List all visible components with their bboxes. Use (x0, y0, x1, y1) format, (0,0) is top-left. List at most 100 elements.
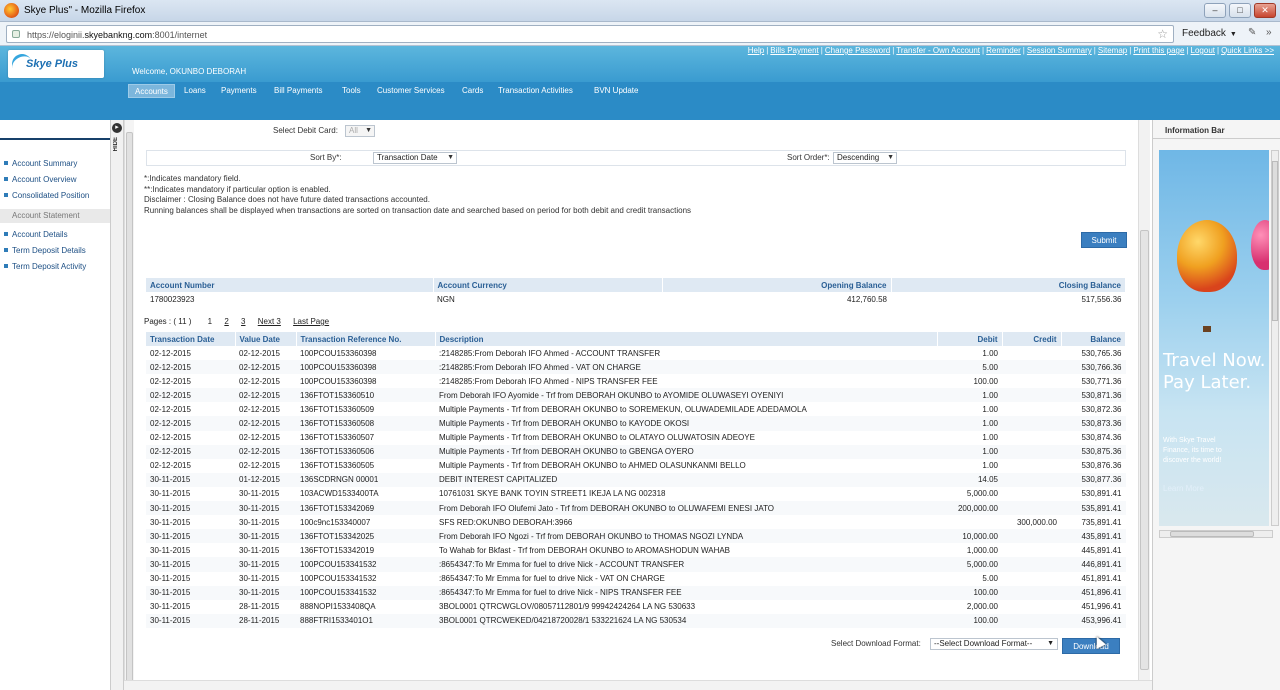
quick-link-separator: | (1129, 46, 1132, 55)
sidebar-item-account-statement[interactable]: Account Statement (0, 209, 110, 223)
feedback-button[interactable]: Feedback ▼ (1182, 28, 1237, 39)
sidebar-divider (0, 138, 110, 140)
balance: 530,875.36 (1061, 444, 1126, 459)
nav-bill-payments[interactable]: Bill Payments (268, 84, 328, 98)
transaction-reference: 100PCOU153341532 (296, 557, 435, 572)
table-row: 02-12-2015 02-12-2015 100PCOU153360398:214… (146, 360, 1126, 375)
transaction-date: 02-12-2015 (150, 433, 191, 443)
hide-sidebar-label[interactable]: HIDE (113, 137, 119, 151)
sidebar-collapse-bar[interactable] (110, 120, 124, 690)
address-bar[interactable]: https://eloginii.skyebankng.com:8001/int… (6, 25, 1174, 43)
maximize-button[interactable]: □ (1229, 3, 1251, 18)
sort-order-select[interactable]: Descending ▼ (833, 152, 897, 164)
debit: 1.00 (982, 433, 998, 443)
value-date: 30-11-2015 (235, 585, 296, 600)
page-link-next[interactable]: Next 3 (258, 317, 281, 326)
quick-link-help[interactable]: Help (748, 46, 764, 55)
transaction-date: 30-11-2015 (146, 613, 235, 628)
tools-icon[interactable]: ✎ (1248, 27, 1256, 38)
value-date: 30-11-2015 (239, 574, 280, 584)
table-row: 02-12-2015 02-12-2015 136FTOT153360507 Mult… (146, 431, 1126, 445)
quick-link-quick-links[interactable]: Quick Links >> (1221, 46, 1274, 55)
quick-link-separator: | (982, 46, 985, 55)
menu-icon[interactable]: » (1266, 27, 1272, 38)
debit: 100.00 (937, 613, 1002, 628)
sidebar-item-term-deposit-details[interactable]: Term Deposit Details (4, 246, 86, 255)
quick-link-print-this-page[interactable]: Print this page (1133, 46, 1184, 55)
download-button[interactable]: Download (1062, 638, 1120, 654)
table-row: 30-11-2015 30-11-2015 100c9nc153340007 SFS … (146, 515, 1126, 529)
notes-block: *:Indicates mandatory field. **:Indicate… (144, 174, 691, 216)
nav-tools[interactable]: Tools (336, 84, 367, 98)
sidebar-item-consolidated-position[interactable]: Consolidated Position (4, 191, 89, 200)
ad-horizontal-scrollbar[interactable] (1159, 530, 1273, 538)
download-format-select[interactable]: --Select Download Format-- ▼ (930, 638, 1058, 650)
bottom-scrollbar[interactable] (124, 680, 1152, 690)
close-button[interactable]: ✕ (1254, 3, 1276, 18)
sort-by-select[interactable]: Transaction Date ▼ (373, 152, 457, 164)
balance: 451,891.41 (1081, 574, 1122, 584)
description: :8654347:To Mr Emma for fuel to drive Ni… (439, 574, 665, 584)
sidebar-item-account-details[interactable]: Account Details (4, 230, 68, 239)
content-scrollbar[interactable] (1138, 120, 1150, 680)
quick-link-transfer-own-account[interactable]: Transfer - Own Account (896, 46, 980, 55)
scrollbar-thumb[interactable] (1140, 230, 1149, 670)
quick-link-reminder[interactable]: Reminder (986, 46, 1021, 55)
bookmark-star-icon[interactable]: ☆ (1157, 27, 1168, 41)
value-date: 30-11-2015 (235, 501, 296, 516)
content-left-scrollbar[interactable] (124, 120, 134, 685)
page-link-2[interactable]: 2 (224, 317, 228, 326)
table-row: 30-11-2015 30-11-2015 100PCOU153341532:865… (146, 557, 1126, 572)
transaction-reference: 136FTOT153360508 (296, 416, 435, 431)
page-link-3[interactable]: 3 (241, 317, 245, 326)
minimize-button[interactable]: – (1204, 3, 1226, 18)
pages-count: Pages : ( 11 ) (144, 317, 192, 326)
nav-cards[interactable]: Cards (456, 84, 489, 98)
quick-link-sitemap[interactable]: Sitemap (1098, 46, 1127, 55)
nav-transaction-activities[interactable]: Transaction Activities (492, 84, 579, 98)
transaction-reference: 136FTOT153342069 (296, 501, 435, 516)
column-header: Transaction Date (146, 332, 236, 346)
nav-payments[interactable]: Payments (215, 84, 263, 98)
sidebar-item-account-summary[interactable]: Account Summary (4, 159, 77, 168)
firefox-logo-icon (4, 3, 19, 18)
ad-learn-more-link[interactable]: Learn More (1163, 484, 1204, 493)
scrollbar-thumb[interactable] (126, 132, 133, 682)
ad-vertical-scrollbar[interactable] (1271, 150, 1279, 526)
hide-sidebar-toggle[interactable]: ▸ (112, 123, 122, 133)
ad-headline: Travel Now. Pay Later. (1163, 350, 1266, 393)
scrollbar-thumb[interactable] (1170, 531, 1254, 537)
page-link-last[interactable]: Last Page (293, 317, 329, 326)
nav-customer-services[interactable]: Customer Services (371, 84, 451, 98)
debit: 1.00 (982, 348, 998, 358)
balance: 530,876.36 (1081, 461, 1122, 471)
sidebar-item-term-deposit-activity[interactable]: Term Deposit Activity (4, 262, 86, 271)
balance: 530,771.36 (1081, 376, 1122, 386)
transaction-date: 02-12-2015 (146, 416, 235, 431)
table-row: 30-11-2015 30-11-2015 136FTOT153342019 To W… (146, 543, 1126, 557)
chevron-down-icon: ▼ (365, 127, 372, 134)
quick-link-session-summary[interactable]: Session Summary (1027, 46, 1092, 55)
debit: 5.00 (982, 574, 998, 584)
quick-link-logout[interactable]: Logout (1191, 46, 1215, 55)
nav-accounts[interactable]: Accounts (128, 84, 175, 98)
table-row: 30-11-2015 01-12-2015 136SCDRNGN 00001 DEBI… (146, 472, 1126, 487)
scrollbar-thumb[interactable] (1272, 161, 1278, 321)
transaction-date: 30-11-2015 (150, 602, 191, 612)
column-header: Credit (1002, 332, 1062, 346)
value-date: 02-12-2015 (235, 444, 296, 459)
credit (1002, 444, 1061, 459)
balance: 530,765.36 (1081, 348, 1122, 358)
nav-loans[interactable]: Loans (178, 84, 212, 98)
quick-link-separator: | (1186, 46, 1189, 55)
quick-link-change-password[interactable]: Change Password (825, 46, 890, 55)
page-current: 1 (207, 317, 213, 326)
chevron-down-icon: ▼ (887, 154, 894, 161)
travel-finance-ad[interactable]: Travel Now. Pay Later. With Skye Travel … (1159, 150, 1269, 526)
nav-bvn-update[interactable]: BVN Update (588, 84, 644, 98)
quick-link-bills-payment[interactable]: Bills Payment (770, 46, 818, 55)
submit-button[interactable]: Submit (1081, 232, 1127, 248)
sidebar-item-account-overview[interactable]: Account Overview (4, 175, 76, 184)
table-row: 30-11-2015 28-11-2015 888NOPI1533408QA 3BOL… (146, 600, 1126, 614)
table-row: 30-11-2015 30-11-2015 100PCOU153341532:865… (146, 572, 1126, 586)
